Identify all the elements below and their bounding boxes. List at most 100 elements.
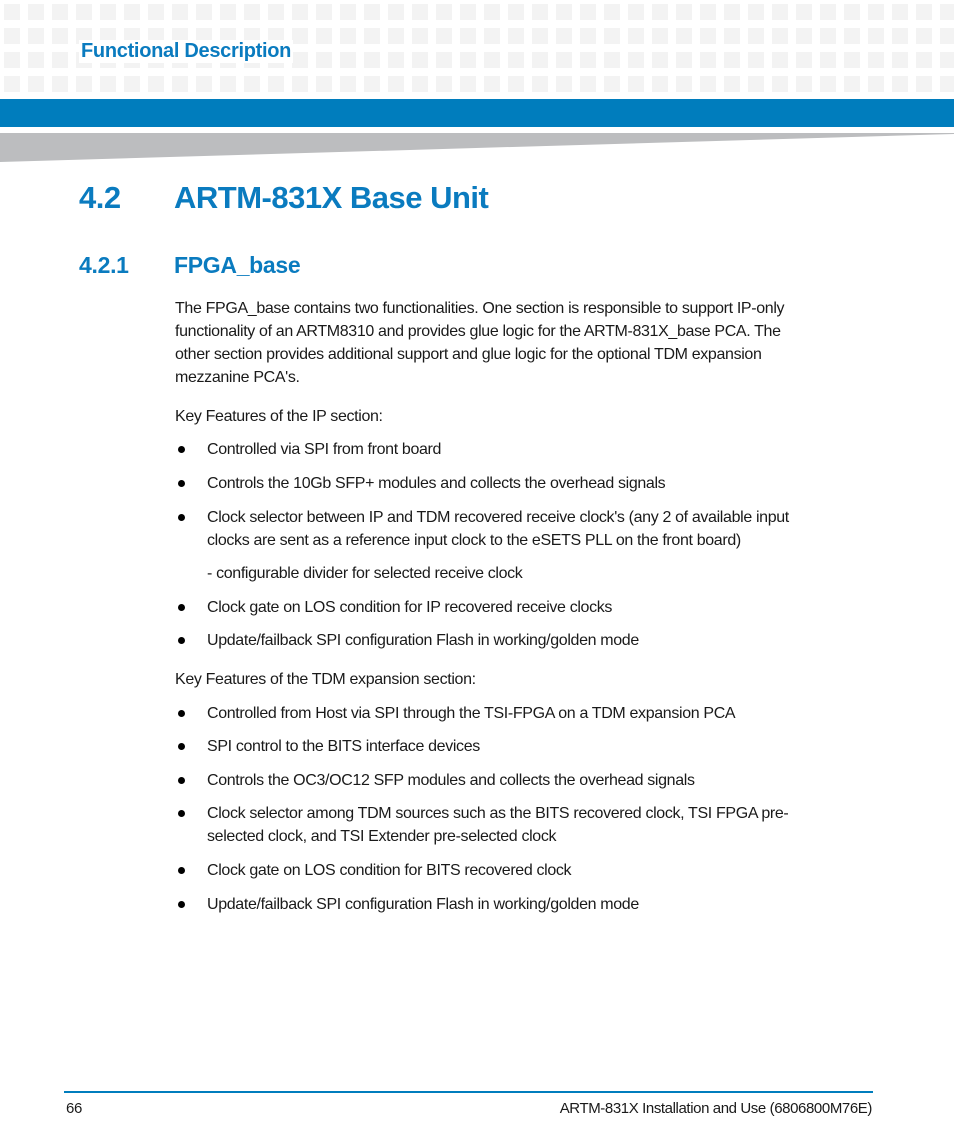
header-square	[28, 76, 44, 92]
header-square	[628, 52, 644, 68]
header-square	[532, 4, 548, 20]
bullet-text: Clock gate on LOS condition for BITS rec…	[207, 862, 572, 879]
bullet-text: Controlled from Host via SPI through the…	[207, 705, 736, 722]
header-square	[940, 52, 954, 68]
header-square	[412, 76, 428, 92]
header-square	[220, 76, 236, 92]
header-square	[676, 76, 692, 92]
header-square	[820, 28, 836, 44]
bullet-icon	[178, 810, 185, 817]
bullet-icon	[178, 480, 185, 487]
header-square	[556, 76, 572, 92]
bullet-icon	[178, 637, 185, 644]
header-square	[124, 76, 140, 92]
header-square	[844, 52, 860, 68]
header-square	[868, 52, 884, 68]
ip-bullet-item: Controlled via SPI from front board	[175, 438, 855, 461]
tdm-bullet-item: Clock selector among TDM sources such as…	[175, 802, 855, 848]
header-square	[244, 4, 260, 20]
tdm-bullet-item: SPI control to the BITS interface device…	[175, 735, 855, 758]
header-square	[52, 52, 68, 68]
header-square	[700, 52, 716, 68]
header-square	[412, 4, 428, 20]
bullet-text: Update/failback SPI configuration Flash …	[207, 896, 639, 913]
header-square	[508, 28, 524, 44]
header-square	[652, 52, 668, 68]
tdm-bullet-item: Clock gate on LOS condition for BITS rec…	[175, 859, 855, 882]
header-square	[340, 76, 356, 92]
bullet-text: Controls the OC3/OC12 SFP modules and co…	[207, 772, 695, 789]
header-square	[868, 76, 884, 92]
header-square	[292, 52, 308, 68]
bullet-text: Update/failback SPI configuration Flash …	[207, 632, 639, 649]
bullet-text: Controls the 10Gb SFP+ modules and colle…	[207, 475, 666, 492]
bullet-text: Clock gate on LOS condition for IP recov…	[207, 599, 613, 616]
header-square	[436, 4, 452, 20]
subsection-heading: 4.2.1 FPGA_base	[79, 252, 301, 279]
header-square	[940, 28, 954, 44]
header-square	[532, 76, 548, 92]
header-square	[28, 28, 44, 44]
header-square	[484, 4, 500, 20]
header-square	[748, 4, 764, 20]
bullet-text: Controlled via SPI from front board	[207, 441, 442, 458]
header-square	[460, 28, 476, 44]
header-square	[628, 76, 644, 92]
header-square	[28, 4, 44, 20]
header-blue-bar	[0, 99, 954, 127]
ip-bullet-item: Clock gate on LOS condition for IP recov…	[175, 596, 855, 619]
bullet-icon	[178, 514, 185, 521]
header-square	[364, 28, 380, 44]
header-square	[268, 4, 284, 20]
bullet-text: SPI control to the BITS interface device…	[207, 738, 480, 755]
ip-bullet-item: Update/failback SPI configuration Flash …	[175, 629, 855, 652]
header-square	[388, 52, 404, 68]
header-square	[940, 4, 954, 20]
ip-bullet-item: Controls the 10Gb SFP+ modules and colle…	[175, 472, 855, 495]
bullet-icon	[178, 604, 185, 611]
header-square	[796, 76, 812, 92]
header-square	[436, 76, 452, 92]
subsection-title: FPGA_base	[174, 252, 301, 278]
header-square	[484, 28, 500, 44]
header-square	[748, 28, 764, 44]
header-square	[340, 4, 356, 20]
header-square	[628, 28, 644, 44]
header-square	[892, 28, 908, 44]
header-square	[4, 52, 20, 68]
header-square	[340, 52, 356, 68]
header-square	[892, 76, 908, 92]
intro-line: The FPGA_base contains two functionaliti…	[175, 300, 785, 317]
header-square	[916, 4, 932, 20]
header-square	[700, 28, 716, 44]
header-square	[868, 4, 884, 20]
header-square	[364, 52, 380, 68]
header-square	[172, 4, 188, 20]
header-square	[556, 4, 572, 20]
header-square	[916, 28, 932, 44]
header-square	[4, 76, 20, 92]
header-square	[100, 4, 116, 20]
header-square	[604, 4, 620, 20]
header-square	[556, 28, 572, 44]
header-square	[772, 76, 788, 92]
header-square	[508, 4, 524, 20]
header-square	[772, 28, 788, 44]
intro-line: functionality of an ARTM8310 and provide…	[175, 323, 781, 340]
header-square	[772, 52, 788, 68]
header-square	[820, 4, 836, 20]
header-square	[748, 52, 764, 68]
header-square	[76, 4, 92, 20]
header-square	[604, 28, 620, 44]
header-square	[388, 76, 404, 92]
header-square	[460, 76, 476, 92]
header-square	[364, 4, 380, 20]
header-square	[580, 52, 596, 68]
tdm-bullet-item: Update/failback SPI configuration Flash …	[175, 893, 855, 916]
header-square	[436, 52, 452, 68]
bullet-icon	[178, 446, 185, 453]
header-square	[484, 76, 500, 92]
header-square	[316, 76, 332, 92]
tdm-section-label: Key Features of the TDM expansion sectio…	[175, 671, 476, 688]
header-square	[652, 76, 668, 92]
